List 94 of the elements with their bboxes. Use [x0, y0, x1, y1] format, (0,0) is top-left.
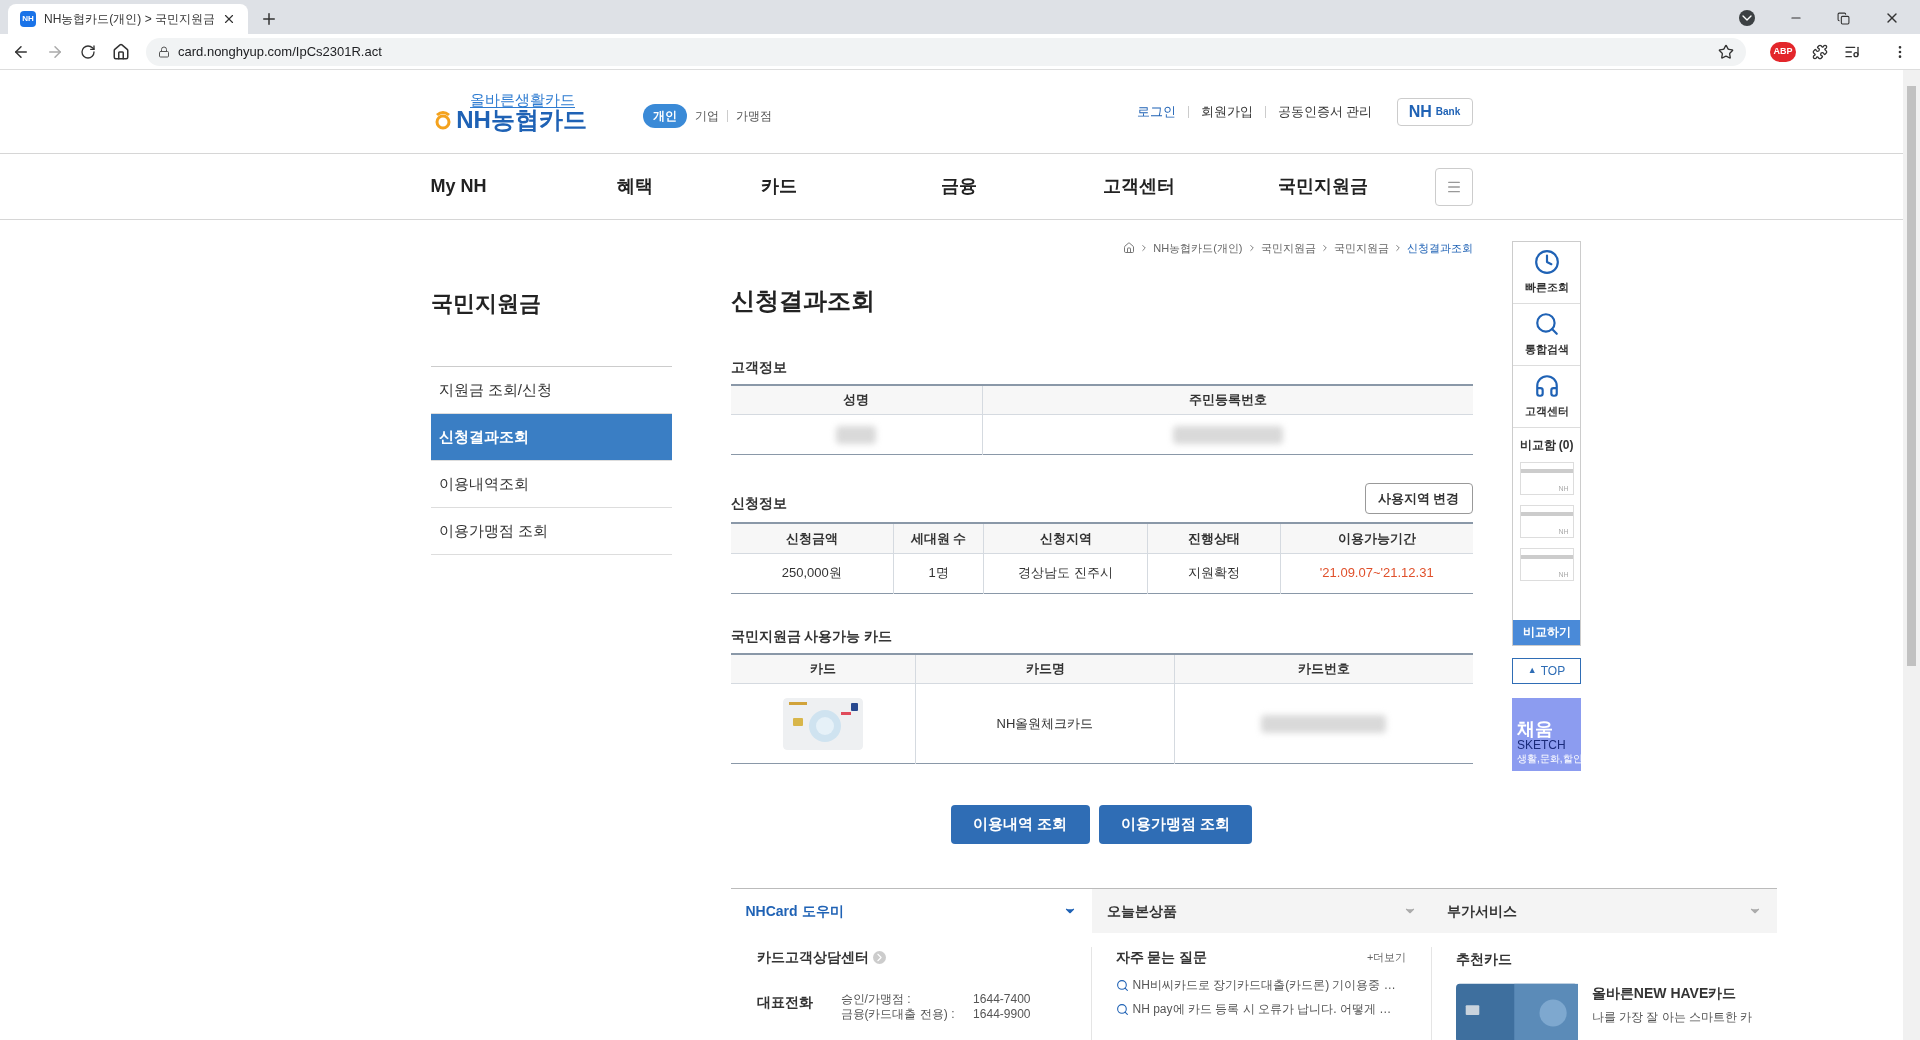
column-header: 카드명	[915, 653, 1175, 684]
segment-tab[interactable]: 가맹점	[735, 106, 772, 125]
page-title: 신청결과조회	[730, 285, 876, 316]
column-header: 카드	[730, 653, 916, 684]
phone-label: 대표전화	[756, 993, 813, 1012]
nav-item[interactable]: 카드	[760, 173, 941, 200]
logo-slogan: 올바른생활카드	[470, 91, 575, 108]
action-button[interactable]: 이용가맹점 조회	[1098, 805, 1252, 844]
redacted-text	[836, 425, 877, 444]
bank-logo[interactable]: NH Bank	[1396, 97, 1473, 126]
segment-tab[interactable]: 개인	[642, 103, 687, 128]
sidebar-title: 국민지원금	[430, 289, 542, 318]
faq-link[interactable]: NH pay에 카드 등록 시 오류가 납니다. 어떻게 …	[1115, 1000, 1407, 1018]
header-link[interactable]: 회원가입	[1200, 101, 1253, 122]
column-header: 신청지역	[983, 523, 1148, 553]
clock-icon	[1533, 249, 1560, 276]
lock-icon	[158, 45, 170, 58]
panel-heading: 카드고객상담센터	[756, 948, 869, 967]
extension-badge[interactable]: ABP	[1770, 41, 1796, 62]
nav-item[interactable]: 혜택	[616, 173, 761, 200]
address-bar[interactable]: card.nonghyup.com/IpCs2301R.act	[146, 37, 1746, 66]
sidebar-item[interactable]: 이용내역조회	[430, 460, 672, 508]
table-cell: '21.09.07~'21.12.31	[1280, 553, 1473, 593]
section-heading: 국민지원금 사용가능 카드	[730, 626, 894, 646]
tab-title: NH농협카드(개인) > 국민지원금	[44, 11, 214, 28]
column-header: 신청금액	[730, 523, 894, 553]
section-heading: 신청정보	[730, 494, 787, 513]
action-button[interactable]: 이용내역 조회	[951, 805, 1090, 844]
nav-item[interactable]: 국민지원금	[1277, 173, 1435, 200]
sidebar-item[interactable]: 이용가맹점 조회	[430, 507, 672, 555]
table-cell: NH올원체크카드	[915, 683, 1175, 764]
compare-button[interactable]: 비교하기	[1513, 619, 1580, 645]
faq-link[interactable]: NH비씨카드로 장기카드대출(카드론) 기이용중 …	[1115, 976, 1407, 994]
change-region-button[interactable]: 사용지역 변경	[1364, 483, 1473, 514]
search-icon	[1115, 978, 1129, 992]
panel-heading: 자주 묻는 질문	[1115, 948, 1208, 967]
column-header: 진행상태	[1147, 523, 1281, 553]
breadcrumb-link[interactable]: 국민지원금	[1333, 240, 1389, 257]
breadcrumb-link[interactable]: 국민지원금	[1260, 240, 1316, 257]
quick-menu-item[interactable]: 통합검색	[1513, 304, 1580, 366]
card-description: 나를 가장 잘 아는 스마트한 카	[1591, 1009, 1753, 1026]
more-link[interactable]: +더보기	[1367, 949, 1407, 966]
phone-number: 1644-7400	[973, 992, 1031, 1007]
site-logo[interactable]: 올바른생활카드 NH농협카드	[430, 91, 591, 132]
logo-mark-icon	[434, 109, 453, 130]
breadcrumb-link[interactable]: 신청결과조회	[1406, 240, 1473, 257]
extensions-icon[interactable]	[1812, 43, 1828, 60]
header-link[interactable]: 로그인	[1136, 101, 1176, 122]
header-link[interactable]: 공동인증서 관리	[1277, 101, 1373, 122]
quick-menu-item[interactable]: 고객센터	[1513, 366, 1580, 428]
search-icon	[1533, 311, 1560, 338]
promo-banner[interactable]: 채움 SKETCH 생활,문화,할인	[1512, 697, 1581, 771]
table-cell: 경상남도 진주시	[983, 553, 1148, 593]
table-cell: 250,000원	[730, 553, 894, 593]
new-tab-icon[interactable]	[260, 10, 278, 28]
sidebar-item[interactable]: 지원금 조회/신청	[430, 366, 672, 414]
segment-tab[interactable]: 기업	[694, 106, 719, 125]
tab-search-icon[interactable]	[1739, 10, 1755, 26]
browser-tab[interactable]: NH NH농협카드(개인) > 국민지원금	[8, 4, 248, 34]
phone-number: 1644-9900	[973, 1007, 1031, 1022]
home-icon[interactable]	[112, 42, 130, 61]
column-header: 세대원 수	[893, 523, 984, 553]
reload-icon[interactable]	[80, 43, 96, 60]
card-name: 올바른NEW HAVE카드	[1591, 984, 1738, 1003]
restore-icon[interactable]	[1837, 11, 1850, 25]
table-cell: 지원확정	[1147, 553, 1281, 593]
favicon: NH	[20, 11, 36, 27]
search-icon	[1115, 1002, 1129, 1016]
column-header: 주민등록번호	[982, 384, 1473, 415]
column-header: 이용가능기간	[1280, 523, 1473, 553]
section-heading: 고객정보	[730, 357, 788, 377]
breadcrumb-link[interactable]: NH농협카드(개인)	[1153, 240, 1243, 257]
panel-tab[interactable]: 오늘본상품	[1091, 889, 1432, 933]
url-text: card.nonghyup.com/IpCs2301R.act	[178, 42, 383, 61]
nav-item[interactable]: 금융	[940, 173, 1103, 200]
column-header: 카드번호	[1174, 653, 1473, 684]
top-button[interactable]: ▲ TOP	[1512, 657, 1581, 684]
phone-line-label: 승인/가맹점 :	[840, 992, 911, 1007]
nav-item[interactable]: My NH	[430, 173, 617, 200]
headset-icon	[1533, 373, 1560, 400]
logo-name: NH농협카드	[456, 107, 587, 132]
nav-item[interactable]: 고객센터	[1102, 173, 1278, 200]
close-icon[interactable]	[222, 12, 236, 26]
chevron-icon	[872, 951, 886, 964]
scrollbar[interactable]	[1903, 70, 1920, 1040]
column-header: 성명	[730, 384, 983, 415]
bookmark-icon[interactable]	[1718, 43, 1734, 60]
panel-tab[interactable]: 부가서비스	[1431, 889, 1777, 933]
phone-line-label: 금융(카드대출 전용) :	[840, 1007, 955, 1022]
sidebar-item[interactable]: 신청결과조회	[430, 413, 672, 461]
compare-title: 비교함 (0)	[1519, 437, 1574, 454]
table-cell: 1명	[893, 553, 984, 593]
quick-menu-item[interactable]: 빠른조회	[1513, 242, 1580, 304]
panel-heading: 추천카드	[1455, 951, 1512, 967]
